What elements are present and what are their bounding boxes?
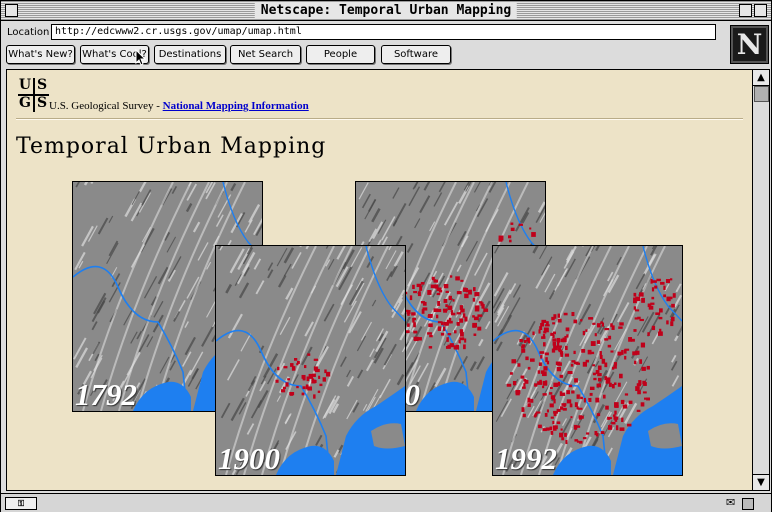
agency-line: U.S. Geological Survey - National Mappin… bbox=[49, 100, 309, 112]
status-bar: ⚿ ✉ bbox=[1, 493, 771, 512]
usgs-letter-u: U bbox=[18, 77, 32, 93]
usgs-letter-s2: S bbox=[36, 95, 48, 111]
window-title: Netscape: Temporal Urban Mapping bbox=[254, 2, 518, 19]
map-year-label: 1900 bbox=[218, 441, 280, 476]
close-box[interactable] bbox=[5, 4, 18, 17]
browser-window: Netscape: Temporal Urban Mapping Locatio… bbox=[0, 0, 772, 512]
agency-name: U.S. Geological Survey - bbox=[49, 100, 163, 112]
map-1900[interactable]: 1900 bbox=[215, 245, 406, 476]
map-year-label: 1792 bbox=[75, 377, 137, 412]
map-1992[interactable]: 1992 bbox=[492, 245, 683, 476]
usgs-letter-s1: S bbox=[36, 77, 48, 93]
mail-icon[interactable]: ✉ bbox=[726, 497, 735, 509]
zoom-box[interactable] bbox=[739, 4, 752, 17]
destinations-button[interactable]: Destinations bbox=[154, 45, 226, 64]
page-content: U S G S U.S. Geological Survey - Nationa… bbox=[6, 69, 754, 491]
scroll-thumb[interactable] bbox=[754, 86, 769, 102]
vertical-scrollbar[interactable]: ▲ ▼ bbox=[752, 69, 770, 491]
netscape-n-glyph: N bbox=[736, 28, 763, 61]
scroll-up-arrow-icon[interactable]: ▲ bbox=[753, 70, 769, 86]
usgs-logo-vline bbox=[33, 78, 35, 112]
page-heading: Temporal Urban Mapping bbox=[16, 134, 327, 159]
whats-new-button[interactable]: What's New? bbox=[6, 45, 75, 64]
key-icon[interactable]: ⚿ bbox=[5, 497, 37, 510]
national-mapping-link[interactable]: National Mapping Information bbox=[163, 100, 309, 112]
mouse-cursor-icon bbox=[135, 49, 147, 66]
title-bar[interactable]: Netscape: Temporal Urban Mapping bbox=[1, 1, 771, 21]
net-search-button[interactable]: Net Search bbox=[230, 45, 301, 64]
scroll-down-arrow-icon[interactable]: ▼ bbox=[753, 474, 769, 490]
location-field[interactable]: http://edcwww2.cr.usgs.gov/umap/umap.htm… bbox=[51, 24, 716, 40]
netscape-logo[interactable]: N bbox=[730, 25, 769, 64]
people-button[interactable]: People bbox=[306, 45, 375, 64]
map-year-label: 1992 bbox=[495, 441, 557, 476]
location-label: Location : bbox=[7, 27, 56, 38]
usgs-letter-g: G bbox=[19, 95, 31, 111]
horizontal-rule bbox=[16, 118, 743, 120]
resize-handle-icon[interactable] bbox=[742, 498, 754, 510]
collapse-box[interactable] bbox=[754, 4, 767, 17]
software-button[interactable]: Software bbox=[381, 45, 451, 64]
